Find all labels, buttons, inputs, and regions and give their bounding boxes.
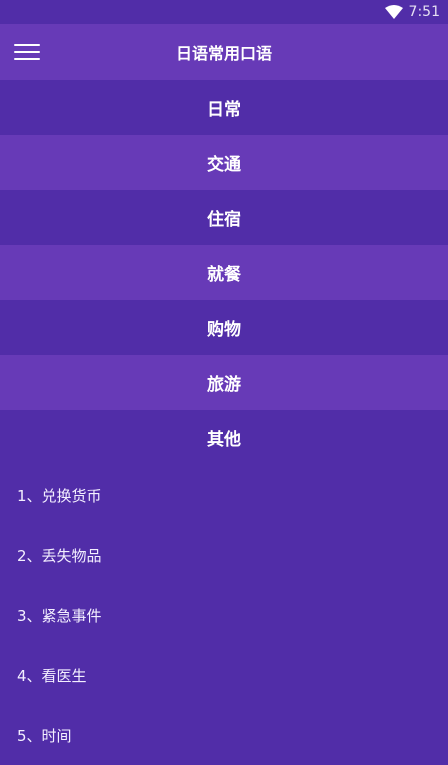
list-item[interactable]: 5、时间	[0, 705, 448, 765]
page-title: 日语常用口语	[175, 44, 272, 63]
list-item[interactable]: 1、兑换货币	[0, 465, 448, 525]
category-lodging[interactable]: 住宿	[0, 190, 448, 245]
status-bar: 7:51	[0, 0, 448, 24]
category-other[interactable]: 其他	[0, 410, 448, 465]
category-daily[interactable]: 日常	[0, 80, 448, 135]
app-bar: 日语常用口语	[0, 24, 448, 80]
status-time: 7:51	[408, 4, 440, 20]
list-item[interactable]: 3、紧急事件	[0, 585, 448, 645]
menu-icon[interactable]	[14, 40, 40, 64]
other-sub-list: 1、兑换货币 2、丢失物品 3、紧急事件 4、看医生 5、时间	[0, 465, 448, 765]
wifi-icon	[384, 5, 403, 19]
list-item[interactable]: 4、看医生	[0, 645, 448, 705]
category-transport[interactable]: 交通	[0, 135, 448, 190]
category-shopping[interactable]: 购物	[0, 300, 448, 355]
category-travel[interactable]: 旅游	[0, 355, 448, 410]
list-item[interactable]: 2、丢失物品	[0, 525, 448, 585]
category-list: 日常 交通 住宿 就餐 购物 旅游 其他	[0, 80, 448, 465]
category-dining[interactable]: 就餐	[0, 245, 448, 300]
